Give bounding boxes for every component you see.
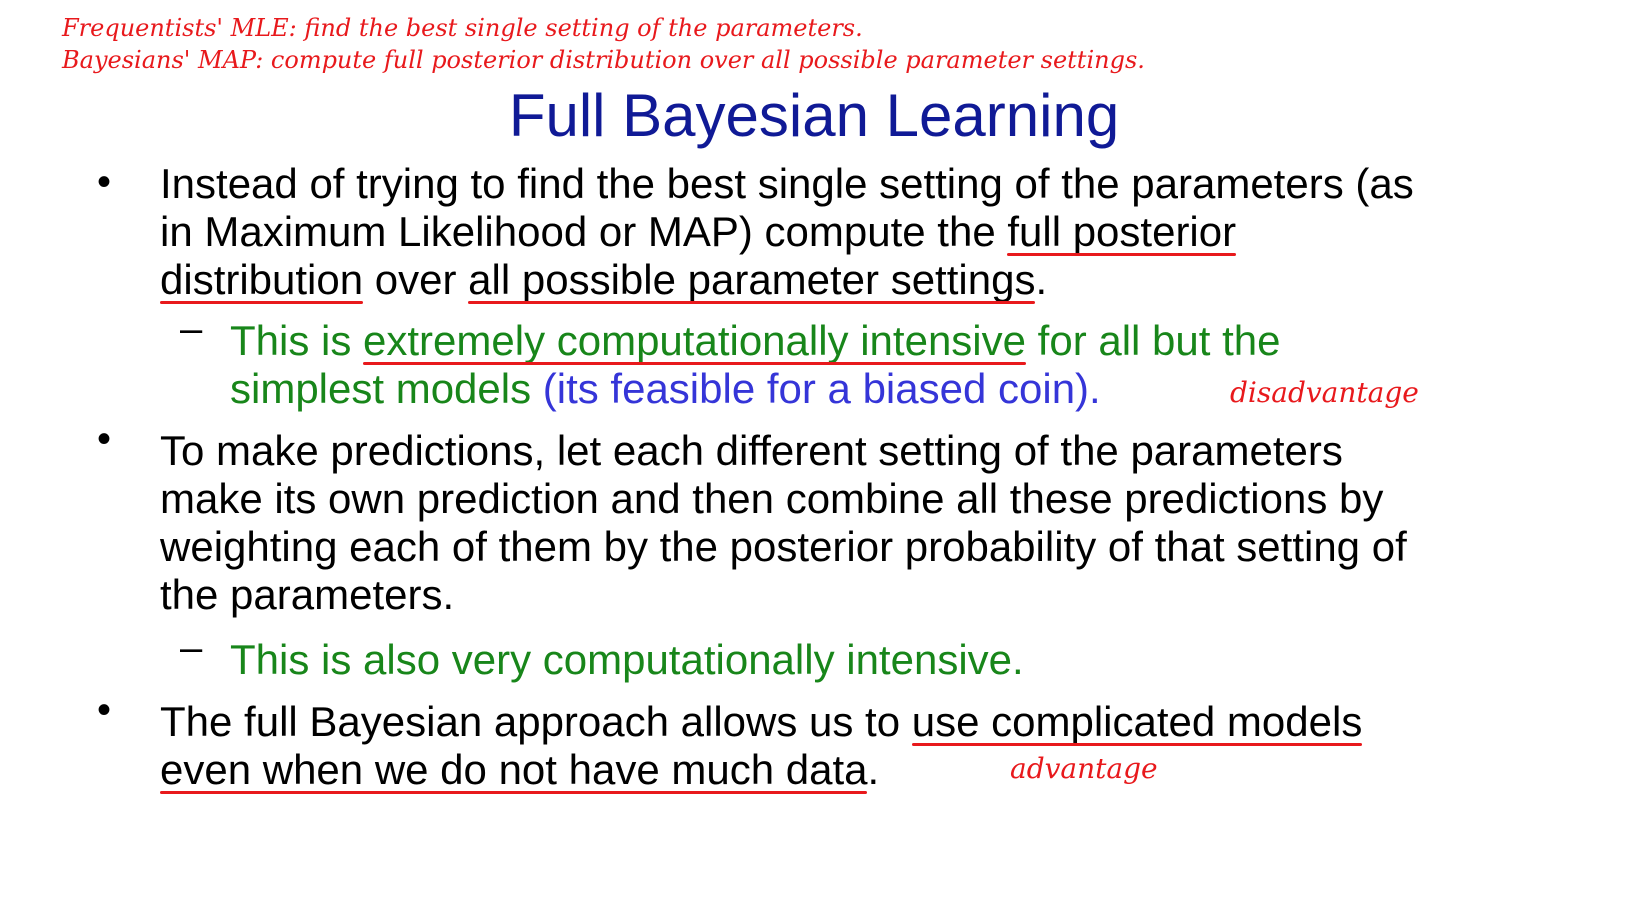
- bullet-marker: •: [97, 160, 112, 204]
- mle-note: Frequentists' MLE: find the best single …: [62, 14, 863, 42]
- underlined-phrase: all possible parameter settings: [468, 256, 1036, 304]
- sub-bullet-1: This is extremely computationally intens…: [230, 317, 1280, 413]
- underlined-phrase: distribution: [160, 256, 364, 304]
- bullet-3-text: .: [867, 746, 880, 793]
- sub-bullet-1-line-1: This is extremely computationally intens…: [230, 317, 1280, 365]
- bullet-2-line-4: the parameters.: [160, 571, 455, 618]
- sub-bullet-marker: –: [180, 626, 203, 670]
- bullet-1-line-3: distribution over all possible parameter…: [160, 256, 1414, 304]
- bullet-3-text: The full Bayesian approach allows us to: [160, 698, 912, 745]
- bullet-marker: •: [97, 688, 112, 732]
- sub-bullet-1-line-2: simplest models (its feasible for a bias…: [230, 365, 1280, 413]
- disadvantage-note: disadvantage: [1230, 376, 1419, 409]
- slide-title: Full Bayesian Learning: [508, 82, 1120, 149]
- bullet-1: Instead of trying to find the best singl…: [160, 160, 1414, 304]
- bullet-2-line-2: make its own prediction and then combine…: [160, 475, 1384, 522]
- sub-bullet-marker: –: [180, 307, 203, 351]
- underlined-phrase: full posterior: [1007, 208, 1237, 256]
- sub-bullet-text: This is: [230, 317, 364, 364]
- bullet-1-text: in Maximum Likelihood or MAP) compute th…: [160, 208, 1008, 255]
- bullet-3: The full Bayesian approach allows us to …: [160, 698, 1362, 794]
- bullet-2-line-3: weighting each of them by the posterior …: [160, 523, 1407, 570]
- handwritten-notes: Frequentists' MLE: find the best single …: [62, 12, 1145, 76]
- map-note: Bayesians' MAP: compute full posterior d…: [62, 46, 1145, 74]
- sub-bullet-text: simplest models: [230, 365, 543, 412]
- bullet-3-line-2: even when we do not have much data.: [160, 746, 1362, 794]
- bullet-1-text: .: [1035, 256, 1048, 303]
- bullet-1-line-1: Instead of trying to find the best singl…: [160, 160, 1414, 207]
- biased-coin-note: (its feasible for a biased coin).: [542, 365, 1101, 412]
- bullet-marker: •: [97, 417, 112, 461]
- sub-bullet-2: This is also very computationally intens…: [230, 636, 1024, 683]
- bullet-2-line-1: To make predictions, let each different …: [160, 427, 1343, 474]
- advantage-note: advantage: [1010, 752, 1158, 785]
- bullet-1-line-2: in Maximum Likelihood or MAP) compute th…: [160, 208, 1414, 256]
- bullet-2: To make predictions, let each different …: [160, 427, 1407, 619]
- bullet-1-text: over: [363, 256, 469, 303]
- underlined-phrase: use complicated models: [911, 698, 1363, 746]
- sub-bullet-text: for all but the: [1026, 317, 1281, 364]
- underlined-phrase: even when we do not have much data: [160, 746, 868, 794]
- bullet-3-line-1: The full Bayesian approach allows us to …: [160, 698, 1362, 746]
- underlined-phrase: extremely computationally intensive: [363, 317, 1026, 365]
